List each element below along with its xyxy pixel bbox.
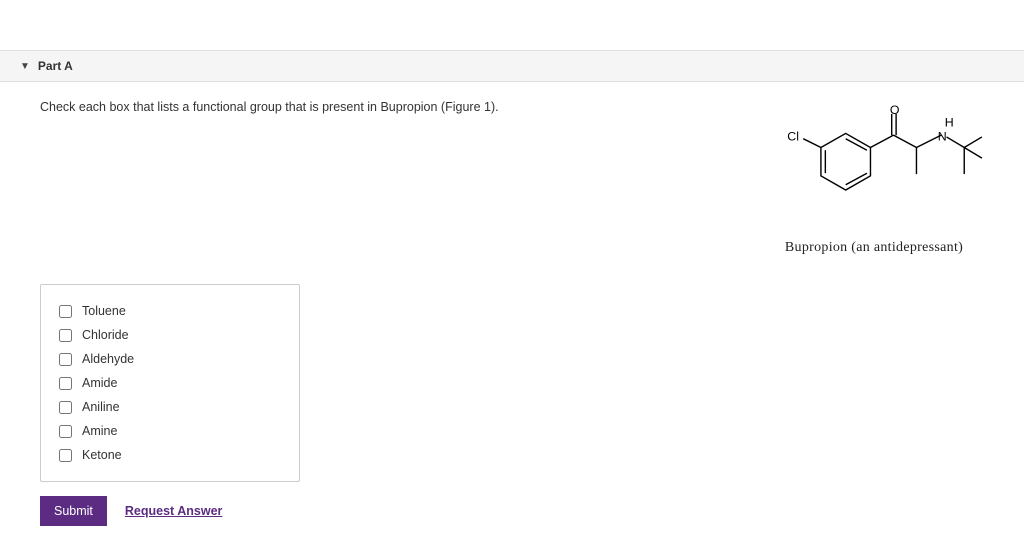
option-label: Toluene	[82, 304, 126, 318]
option-ketone[interactable]: Ketone	[59, 443, 281, 467]
checkbox-amide[interactable]	[59, 377, 72, 390]
checkbox-amine[interactable]	[59, 425, 72, 438]
checkbox-ketone[interactable]	[59, 449, 72, 462]
option-toluene[interactable]: Toluene	[59, 299, 281, 323]
figure-column: Cl O N H Bupropion (an antidepressant)	[754, 102, 994, 256]
content-area: Check each box that lists a functional g…	[0, 82, 1024, 546]
checkbox-toluene[interactable]	[59, 305, 72, 318]
option-chloride[interactable]: Chloride	[59, 323, 281, 347]
part-title: Part A	[38, 59, 73, 73]
option-label: Chloride	[82, 328, 129, 342]
option-amine[interactable]: Amine	[59, 419, 281, 443]
caret-down-icon: ▼	[20, 61, 30, 72]
label-n: N	[938, 129, 947, 143]
request-answer-link[interactable]: Request Answer	[125, 504, 222, 518]
option-label: Amide	[82, 376, 117, 390]
option-label: Amine	[82, 424, 117, 438]
label-cl: Cl	[787, 129, 799, 143]
option-label: Aldehyde	[82, 352, 134, 366]
submit-button[interactable]: Submit	[40, 496, 107, 526]
checkbox-chloride[interactable]	[59, 329, 72, 342]
part-header[interactable]: ▼ Part A	[0, 50, 1024, 82]
option-amide[interactable]: Amide	[59, 371, 281, 395]
label-o: O	[890, 103, 900, 117]
option-label: Ketone	[82, 448, 122, 462]
checkbox-aniline[interactable]	[59, 401, 72, 414]
checkbox-aldehyde[interactable]	[59, 353, 72, 366]
option-label: Aniline	[82, 400, 120, 414]
options-box: Toluene Chloride Aldehyde Amide Aniline …	[40, 284, 300, 482]
option-aniline[interactable]: Aniline	[59, 395, 281, 419]
bupropion-structure-icon: Cl O N H	[759, 102, 989, 232]
figure-caption: Bupropion (an antidepressant)	[754, 240, 994, 256]
button-row: Submit Request Answer	[40, 496, 984, 526]
label-h: H	[945, 115, 954, 129]
option-aldehyde[interactable]: Aldehyde	[59, 347, 281, 371]
